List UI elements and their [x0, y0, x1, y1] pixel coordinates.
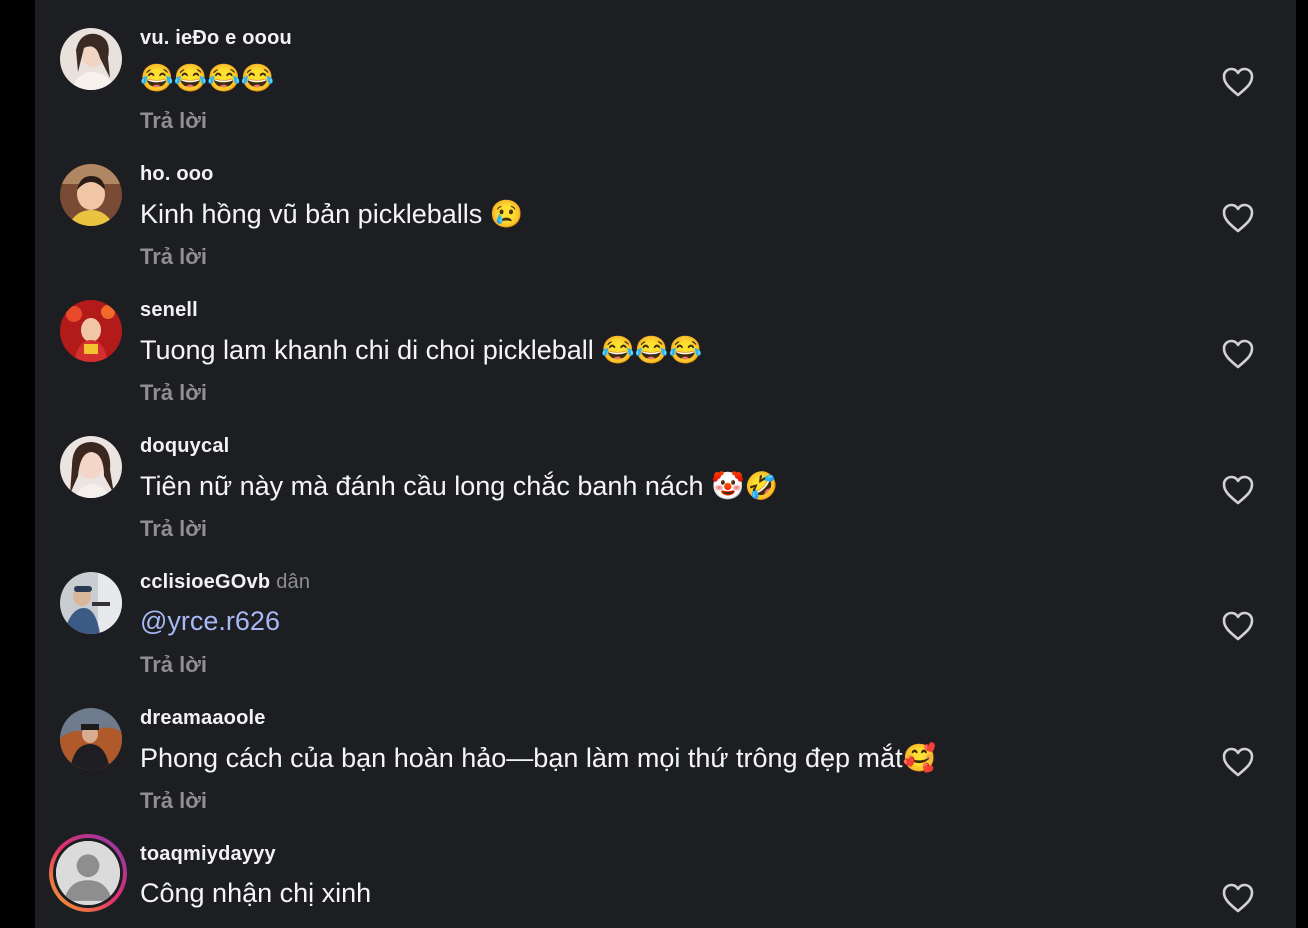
- avatar[interactable]: [60, 300, 122, 362]
- comment-text: Tiên nữ này mà đánh cầu long chắc banh n…: [140, 471, 779, 501]
- comment-username[interactable]: toaqmiydayyy: [140, 843, 282, 866]
- comment-item: dreamaaoole Phong cách của bạn hoàn hảo—…: [35, 680, 1296, 816]
- comment-text: Tuong lam khanh chi di choi pickleball 😂…: [140, 335, 703, 365]
- comment-text: Kinh hồng vũ bản pickleballs 😢: [140, 199, 524, 229]
- comment-username[interactable]: ho. ooo: [140, 163, 220, 186]
- reply-button[interactable]: Trả lời: [140, 108, 207, 134]
- heart-icon[interactable]: [1221, 202, 1255, 234]
- comment-text: Công nhận chị xinh: [140, 878, 372, 908]
- comments-panel: vu. ieÐo e ooou 😂😂😂😂 Trả lời ho. ooo Kin…: [35, 0, 1296, 928]
- reply-button[interactable]: Trả lời: [140, 652, 207, 678]
- reply-button[interactable]: Trả lời: [140, 380, 207, 406]
- comment-item: toaqmiydayyy Công nhận chị xinh: [35, 816, 1296, 928]
- avatar: [53, 838, 123, 908]
- comment-item: vu. ieÐo e ooou 😂😂😂😂 Trả lời: [35, 0, 1296, 136]
- comment-item: cclisioeGOvb dân @yrce.r626 Trả lời: [35, 544, 1296, 680]
- heart-icon[interactable]: [1221, 610, 1255, 642]
- avatar[interactable]: [60, 572, 122, 634]
- comment-text: Phong cách của bạn hoàn hảo—bạn làm mọi …: [140, 743, 937, 773]
- heart-icon[interactable]: [1221, 474, 1255, 506]
- default-user-avatar-icon: [56, 841, 120, 905]
- comment-item: doquycal Tiên nữ này mà đánh cầu long ch…: [35, 408, 1296, 544]
- comment-username[interactable]: doquycal: [140, 435, 235, 458]
- comment-time: dân: [276, 571, 311, 593]
- comment-username[interactable]: senell: [140, 299, 204, 322]
- reply-button[interactable]: Trả lời: [140, 516, 207, 542]
- comment-item: senell Tuong lam khanh chi di choi pickl…: [35, 272, 1296, 408]
- comment-mention-link[interactable]: @yrce.r626: [140, 606, 280, 637]
- avatar[interactable]: [60, 164, 122, 226]
- comment-username[interactable]: vu. ieÐo e ooou: [140, 27, 298, 50]
- comment-item: ho. ooo Kinh hồng vũ bản pickleballs 😢 T…: [35, 136, 1296, 272]
- heart-icon[interactable]: [1221, 882, 1255, 914]
- avatar-story-ring[interactable]: [49, 834, 127, 912]
- reply-button[interactable]: Trả lời: [140, 244, 207, 270]
- heart-icon[interactable]: [1221, 746, 1255, 778]
- comment-username[interactable]: cclisioeGOvb dân: [140, 571, 310, 594]
- comment-username[interactable]: dreamaaoole: [140, 707, 272, 730]
- reply-button[interactable]: Trả lời: [140, 788, 207, 814]
- avatar[interactable]: [60, 436, 122, 498]
- avatar[interactable]: [60, 708, 122, 770]
- heart-icon[interactable]: [1221, 338, 1255, 370]
- comment-text: 😂😂😂😂: [140, 63, 275, 93]
- heart-icon[interactable]: [1221, 66, 1255, 98]
- avatar[interactable]: [60, 28, 122, 90]
